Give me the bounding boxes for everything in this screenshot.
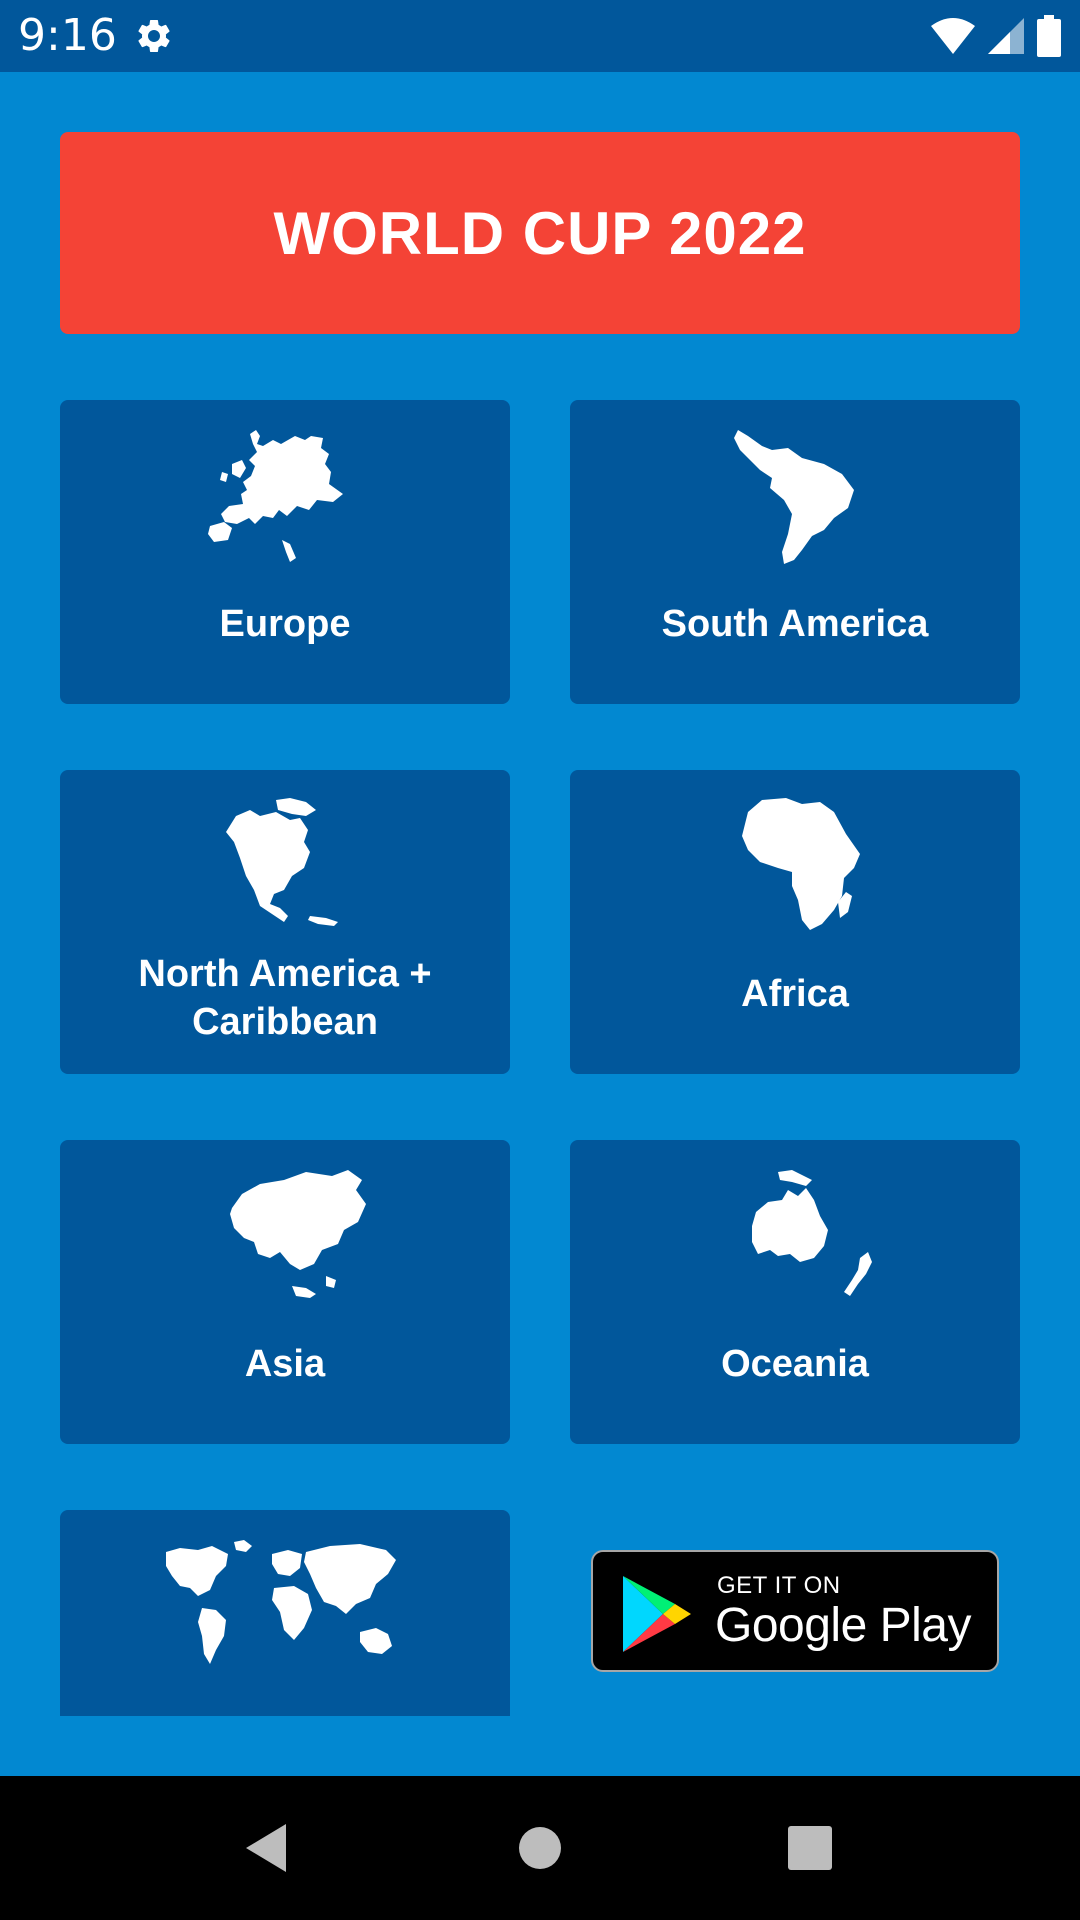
continent-card-africa[interactable]: Africa: [570, 770, 1020, 1074]
africa-map-icon: [742, 798, 860, 930]
continent-card-asia[interactable]: Asia: [60, 1140, 510, 1444]
continent-label: Asia: [244, 1343, 326, 1385]
status-icons: [930, 14, 1062, 58]
play-badge-big-text: Google Play: [715, 1599, 972, 1652]
continent-card-south-america[interactable]: South America: [570, 400, 1020, 704]
battery-icon: [1037, 15, 1061, 57]
wifi-icon: [931, 18, 975, 54]
continent-card-europe[interactable]: Europe: [60, 400, 510, 704]
continent-label: North America + Caribbean: [138, 953, 432, 1043]
page-title: WORLD CUP 2022: [273, 199, 807, 267]
google-play-badge[interactable]: GET IT ON Google Play: [591, 1550, 999, 1672]
back-icon: [246, 1824, 286, 1872]
home-button[interactable]: [504, 1812, 576, 1884]
continent-label: Africa: [741, 973, 849, 1015]
south-america-map-icon: [734, 430, 854, 564]
recents-button[interactable]: [774, 1812, 846, 1884]
home-icon: [519, 1827, 561, 1869]
continent-label: South America: [661, 603, 929, 645]
cell-signal-icon: [988, 18, 1024, 54]
europe-map-icon: [208, 430, 343, 562]
google-play-logo-icon: [623, 1576, 691, 1652]
continent-card-world[interactable]: [60, 1510, 510, 1716]
north-america-map-icon: [226, 798, 338, 926]
settings-gear-icon: [138, 19, 170, 52]
title-banner: WORLD CUP 2022: [60, 132, 1020, 334]
continent-card-north-america[interactable]: North America + Caribbean: [60, 770, 510, 1074]
recents-icon: [788, 1826, 832, 1870]
status-time: 9:16: [18, 10, 117, 61]
play-badge-small-text: GET IT ON: [717, 1572, 841, 1599]
back-button[interactable]: [230, 1812, 302, 1884]
world-map-icon: [166, 1540, 396, 1664]
main-content[interactable]: WORLD CUP 2022 Europe South America Nort…: [0, 72, 1080, 1776]
oceania-map-icon: [752, 1170, 872, 1296]
status-bar: 9:16: [0, 0, 1080, 72]
continent-label: Oceania: [721, 1343, 869, 1385]
continent-label: Europe: [219, 603, 351, 645]
navigation-bar: [0, 1776, 1080, 1920]
continent-card-oceania[interactable]: Oceania: [570, 1140, 1020, 1444]
asia-map-icon: [230, 1170, 366, 1298]
